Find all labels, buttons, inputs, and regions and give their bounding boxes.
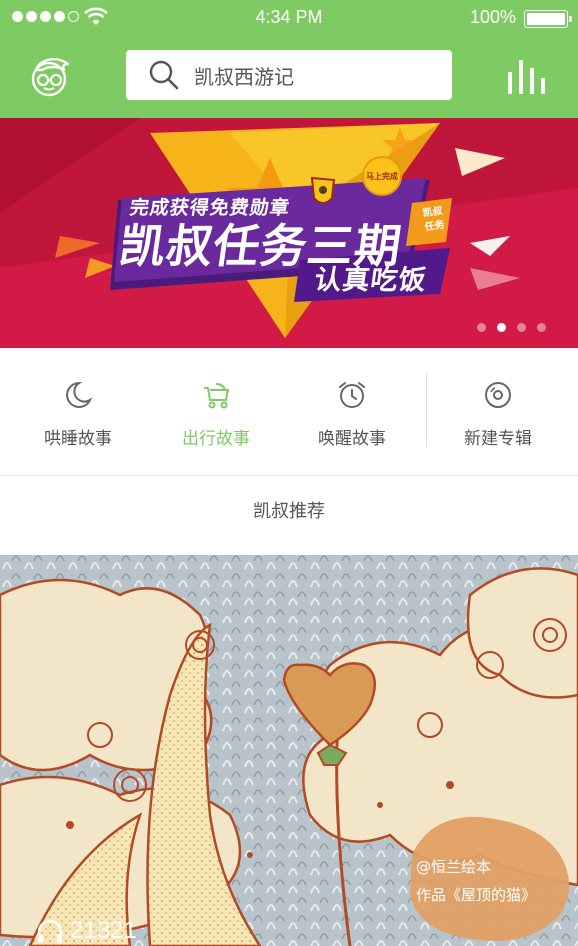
carousel-dots[interactable] — [477, 323, 546, 332]
credit-work: 作品《屋顶的猫》 — [416, 886, 537, 904]
artwork-credit: @恒兰绘本 作品《屋顶的猫》 — [416, 853, 566, 909]
quick-nav-label: 哄睡故事 — [44, 429, 112, 449]
top-header: 4:34 PM 100% 凯叔西游记 — [0, 0, 578, 118]
play-count-value: 21321 — [70, 917, 137, 944]
quick-nav-label: 出行故事 — [182, 429, 250, 449]
carousel-dot[interactable] — [537, 323, 546, 332]
carousel-dot[interactable] — [517, 323, 526, 332]
section-title-recommended: 凯叔推荐 — [253, 501, 325, 522]
kid-face-icon[interactable] — [28, 54, 74, 100]
quick-nav: 哄睡故事 出行故事 唤醒故事 新建专辑 — [0, 348, 578, 476]
battery-percentage: 100% — [469, 7, 516, 27]
promo-banner[interactable]: 马上完成 完成获得免费勋章 凯叔任务三期 认真吃饭 凯叔任务 — [0, 118, 578, 348]
quick-nav-label: 唤醒故事 — [318, 429, 386, 449]
banner-tag: 凯叔任务 — [422, 205, 446, 234]
battery-fill — [527, 13, 565, 25]
quick-nav-new-album[interactable]: 新建专辑 — [428, 348, 568, 476]
quick-nav-divider — [426, 373, 427, 447]
status-bar: 4:34 PM 100% — [0, 0, 578, 36]
search-query-text: 凯叔西游记 — [194, 64, 294, 89]
battery-icon — [524, 10, 572, 28]
headphones-icon — [37, 919, 63, 943]
carousel-dot-active[interactable] — [497, 323, 506, 332]
stroller-icon — [204, 383, 229, 409]
banner-subtitle: 认真吃饭 — [312, 265, 429, 296]
moon-icon — [66, 381, 93, 408]
quick-nav-bedtime-stories[interactable]: 哄睡故事 — [8, 348, 148, 476]
carousel-dot[interactable] — [477, 323, 486, 332]
complete-now-badge[interactable]: 马上完成 — [362, 156, 402, 196]
quick-nav-label: 新建专辑 — [464, 429, 532, 449]
featured-story-card[interactable]: @恒兰绘本 作品《屋顶的猫》 21321 — [0, 555, 578, 946]
quick-nav-travel-stories[interactable]: 出行故事 — [146, 348, 286, 476]
bar-chart-icon[interactable] — [506, 56, 548, 96]
quick-nav-wakeup-stories[interactable]: 唤醒故事 — [282, 348, 422, 476]
search-input[interactable]: 凯叔西游记 — [126, 50, 452, 100]
play-count: 21321 — [36, 917, 137, 945]
disc-icon — [485, 382, 511, 408]
credit-author: @恒兰绘本 — [416, 858, 492, 876]
search-icon — [149, 60, 179, 90]
alarm-clock-icon — [339, 382, 365, 408]
